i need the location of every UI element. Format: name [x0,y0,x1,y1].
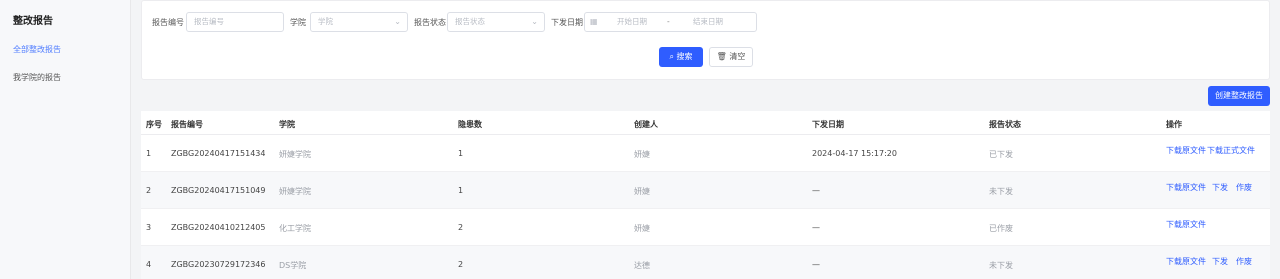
cell-creator: 妍婕 [634,187,650,196]
status-select[interactable]: 报告状态 ⌄ [447,12,545,32]
cell-date: — [812,186,820,195]
cell-college: 妍婕学院 [279,187,311,196]
download-original-link[interactable]: 下载原文件 [1166,219,1206,230]
cell-date: — [812,223,820,232]
cell-status: 未下发 [989,187,1013,196]
college-select[interactable]: 学院 ⌄ [310,12,408,32]
cell-report-no: ZGBG20240410212405 [171,223,266,232]
date-range-picker[interactable]: ▦ 开始日期 - 结束日期 [584,12,757,32]
cell-status: 未下发 [989,261,1013,270]
cell-creator: 妍婕 [634,224,650,233]
col-actions: 操作 [1166,120,1182,129]
table-row: 4 ZGBG20230729172346 DS学院 2 达德 — 未下发 下载原… [141,246,1270,279]
sidebar-title: 整改报告 [13,16,53,27]
download-original-link[interactable]: 下载原文件 [1166,256,1206,267]
date-start-placeholder: 开始日期 [617,17,647,26]
college-placeholder: 学院 [318,17,333,26]
table-row: 1 ZGBG20240417151434 妍婕学院 1 妍婕 2024-04-1… [141,135,1270,172]
date-separator: - [667,17,670,26]
void-link[interactable]: 作废 [1236,182,1252,193]
col-college: 学院 [279,120,295,129]
table-row: 3 ZGBG20240410212405 化工学院 2 妍婕 — 已作废 下载原… [141,209,1270,246]
download-original-link[interactable]: 下载原文件 [1166,145,1206,156]
date-label: 下发日期 [551,18,583,27]
sidebar-item-my-college-reports[interactable]: 我学院的报告 [13,72,61,83]
search-icon: ⌕ [669,52,674,61]
status-placeholder: 报告状态 [455,17,485,26]
cell-creator: 达德 [634,261,650,270]
college-label: 学院 [290,18,306,27]
col-hazards: 隐患数 [458,120,482,129]
report-no-placeholder: 报告编号 [194,17,224,26]
search-button[interactable]: ⌕ 搜索 [659,47,703,67]
cell-college: 妍婕学院 [279,150,311,159]
cell-index: 1 [146,149,152,158]
cell-hazards: 2 [458,260,464,269]
issue-link[interactable]: 下发 [1212,182,1228,193]
sidebar-item-all-reports[interactable]: 全部整改报告 [13,44,61,55]
cell-hazards: 2 [458,223,464,232]
download-original-link[interactable]: 下载原文件 [1166,182,1206,193]
filter-panel: 报告编号 报告编号 学院 学院 ⌄ 报告状态 报告状态 ⌄ 下发日期 ▦ 开始日… [141,0,1270,80]
calendar-icon: ▦ [590,17,598,26]
cell-creator: 妍婕 [634,150,650,159]
cell-date: — [812,260,820,269]
cell-status: 已作废 [989,224,1013,233]
cell-index: 3 [146,223,152,232]
chevron-down-icon: ⌄ [394,17,401,26]
cell-report-no: ZGBG20240417151049 [171,186,266,195]
col-date: 下发日期 [812,120,844,129]
create-report-button[interactable]: 创建整改报告 [1208,86,1270,106]
cell-college: 化工学院 [279,224,311,233]
report-no-input[interactable]: 报告编号 [186,12,284,32]
table-row: 2 ZGBG20240417151049 妍婕学院 1 妍婕 — 未下发 下载原… [141,172,1270,209]
void-link[interactable]: 作废 [1236,256,1252,267]
clear-button-label: 清空 [729,52,746,61]
cell-report-no: ZGBG20230729172346 [171,260,266,269]
cell-hazards: 1 [458,149,464,158]
col-creator: 创建人 [634,120,658,129]
download-official-link[interactable]: 下载正式文件 [1207,145,1255,156]
clear-button[interactable]: 🗑 清空 [709,47,753,67]
sidebar: 整改报告 全部整改报告 我学院的报告 [0,0,131,279]
cell-date: 2024-04-17 15:17:20 [812,149,897,158]
col-report-no: 报告编号 [171,120,203,129]
issue-link[interactable]: 下发 [1212,256,1228,267]
cell-college: DS学院 [279,261,307,270]
date-end-placeholder: 结束日期 [693,17,723,26]
col-index: 序号 [146,120,162,129]
cell-status: 已下发 [989,150,1013,159]
col-status: 报告状态 [989,120,1021,129]
status-label: 报告状态 [414,18,446,27]
search-button-label: 搜索 [676,52,693,61]
cell-index: 4 [146,260,152,269]
chevron-down-icon: ⌄ [531,17,538,26]
cell-report-no: ZGBG20240417151434 [171,149,266,158]
reports-table: 序号 报告编号 学院 隐患数 创建人 下发日期 报告状态 操作 1 ZGBG20… [141,111,1270,279]
cell-hazards: 1 [458,186,464,195]
cell-index: 2 [146,186,152,195]
table-header: 序号 报告编号 学院 隐患数 创建人 下发日期 报告状态 操作 [141,111,1270,135]
report-no-label: 报告编号 [152,18,184,27]
trash-icon: 🗑 [716,52,727,61]
